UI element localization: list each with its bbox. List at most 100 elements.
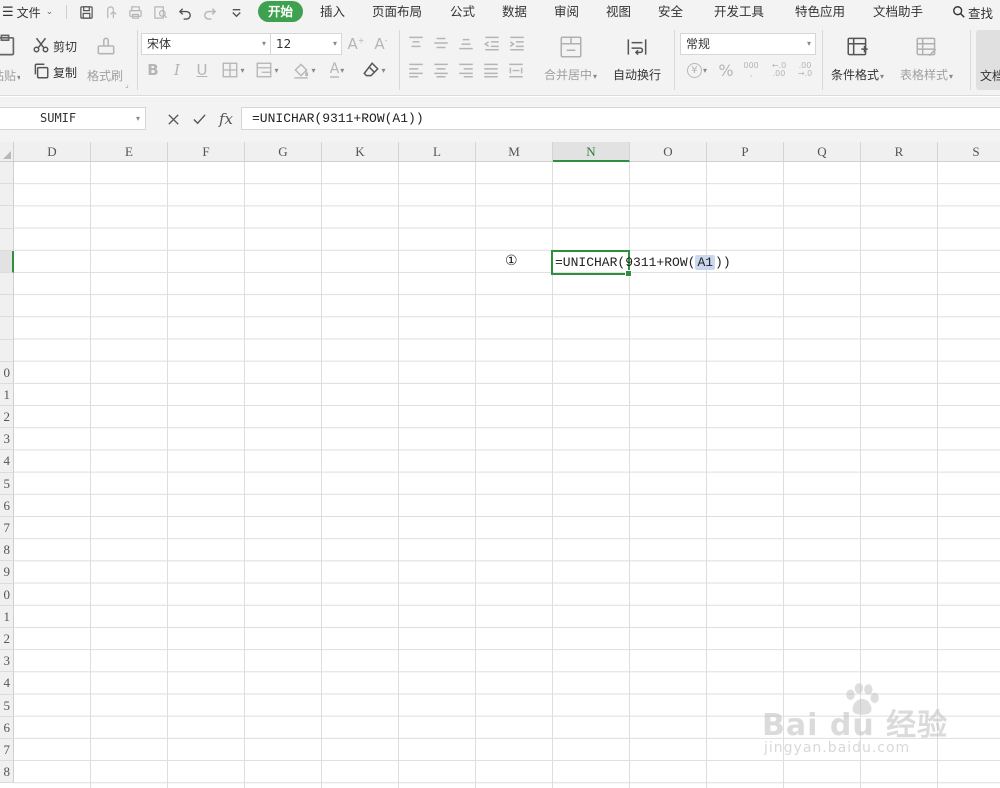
row-header[interactable] (0, 228, 14, 251)
align-center-button[interactable] (431, 61, 451, 79)
row-header[interactable] (0, 339, 14, 362)
cell-editor[interactable]: =UNICHAR(9311+ROW(A1)) (555, 253, 731, 273)
tab-developer[interactable]: 开发工具 (714, 0, 764, 24)
column-header-d[interactable]: D (14, 142, 91, 162)
copy-button[interactable]: 复制 (53, 64, 77, 81)
row-header[interactable]: 8 (0, 539, 14, 562)
row-header[interactable]: 3 (0, 428, 14, 451)
tab-review[interactable]: 审阅 (554, 0, 579, 24)
save-button[interactable] (76, 2, 96, 22)
row-header[interactable]: 5 (0, 694, 14, 717)
clear-format-button[interactable]: ▾ (359, 61, 389, 79)
row-header[interactable] (0, 184, 14, 207)
increase-font-button[interactable]: A+ (346, 35, 366, 53)
tab-doc-assistant[interactable]: 文档助手 (873, 0, 923, 24)
insert-function-button[interactable]: fx (214, 108, 238, 130)
font-name-select[interactable]: 宋体 ▾ (141, 33, 271, 55)
conditional-format-button[interactable]: 条件格式▾ (831, 34, 884, 83)
align-left-button[interactable] (406, 61, 426, 79)
column-header-q[interactable]: Q (784, 142, 861, 162)
row-header[interactable]: 6 (0, 716, 14, 739)
clipboard-dialog-launcher[interactable]: ⌟ (125, 80, 129, 89)
row-header[interactable] (0, 272, 14, 296)
cut-button[interactable]: 剪切 (53, 38, 77, 55)
tab-formulas[interactable]: 公式 (450, 0, 475, 24)
justify-button[interactable] (481, 61, 501, 79)
file-menu[interactable]: ☰ 文件 ⌄ (2, 2, 53, 22)
font-color-button[interactable]: A ▾ (323, 61, 351, 79)
row-header[interactable]: 8 (0, 761, 14, 784)
bold-button[interactable]: B (144, 61, 162, 79)
underline-button[interactable]: U (193, 61, 211, 79)
increase-indent-button[interactable] (507, 35, 527, 51)
table-style-button[interactable]: 表格样式▾ (900, 34, 953, 83)
align-top-button[interactable] (406, 35, 426, 51)
output-pdf-button[interactable] (101, 2, 121, 22)
row-header[interactable]: 3 (0, 650, 14, 673)
tab-special-apps[interactable]: 特色应用 (795, 0, 845, 24)
row-header[interactable]: 4 (0, 450, 14, 473)
column-header-f[interactable]: F (168, 142, 245, 162)
tab-security[interactable]: 安全 (658, 0, 683, 24)
distributed-align-button[interactable] (506, 61, 526, 79)
align-middle-button[interactable] (431, 35, 451, 51)
row-header[interactable] (0, 295, 14, 318)
decrease-decimal-button[interactable]: .00 →.0 (794, 61, 816, 79)
column-header-n[interactable]: N (553, 142, 630, 162)
align-bottom-button[interactable] (456, 35, 476, 51)
fill-color-button[interactable]: ▾ (288, 61, 320, 79)
row-header[interactable]: 6 (0, 494, 14, 517)
tab-page-layout[interactable]: 页面布局 (372, 0, 422, 24)
tab-data[interactable]: 数据 (502, 0, 527, 24)
row-header-selected[interactable] (0, 250, 14, 273)
cut-button-icon[interactable] (32, 36, 50, 54)
copy-button-icon[interactable] (32, 62, 50, 80)
decrease-indent-button[interactable] (482, 35, 502, 51)
increase-decimal-button[interactable]: ←.0.00 (768, 61, 790, 79)
currency-format-button[interactable]: ¥ ▾ (682, 61, 712, 79)
row-header[interactable]: 5 (0, 472, 14, 495)
redo-button[interactable] (199, 2, 219, 22)
thousands-separator-button[interactable]: 000 ‚ (740, 61, 762, 79)
font-size-select[interactable]: 12 ▾ (270, 33, 342, 55)
row-header[interactable] (0, 162, 14, 185)
cell-m5[interactable]: ① (505, 253, 518, 270)
italic-button[interactable]: I (168, 61, 186, 79)
row-header[interactable]: 9 (0, 561, 14, 584)
decrease-font-button[interactable]: A- (371, 35, 391, 53)
column-header-r[interactable]: R (861, 142, 938, 162)
column-header-g[interactable]: G (245, 142, 322, 162)
row-header[interactable]: 1 (0, 605, 14, 628)
row-header[interactable]: 0 (0, 583, 14, 606)
row-header[interactable] (0, 206, 14, 229)
percent-format-button[interactable]: % (716, 61, 736, 80)
row-header[interactable]: 7 (0, 738, 14, 762)
align-right-button[interactable] (456, 61, 476, 79)
print-preview-button[interactable] (150, 2, 170, 22)
print-button[interactable] (125, 2, 145, 22)
column-header-s[interactable]: S (938, 142, 1000, 162)
row-header[interactable] (0, 317, 14, 340)
column-header-e[interactable]: E (91, 142, 168, 162)
format-painter-button[interactable] (94, 34, 118, 58)
formula-input[interactable]: =UNICHAR(9311+ROW(A1)) (241, 107, 1000, 130)
wrap-text-button[interactable]: 自动换行 (613, 34, 661, 83)
customize-toolbar-button[interactable] (226, 2, 246, 22)
merge-center-button[interactable]: 合并居中▾ (544, 34, 597, 83)
name-box[interactable]: SUMIF ▾ (0, 107, 146, 130)
confirm-entry-button[interactable] (189, 108, 209, 130)
row-header[interactable]: 2 (0, 627, 14, 651)
cancel-entry-button[interactable] (163, 108, 183, 130)
column-header-p[interactable]: P (707, 142, 784, 162)
row-header[interactable]: 2 (0, 406, 14, 429)
column-header-l[interactable]: L (399, 142, 476, 162)
tab-view[interactable]: 视图 (606, 0, 631, 24)
row-header[interactable]: 0 (0, 361, 14, 384)
row-header[interactable]: 1 (0, 383, 14, 407)
select-all-corner[interactable] (0, 142, 14, 162)
row-header[interactable]: 4 (0, 672, 14, 695)
row-header[interactable]: 7 (0, 517, 14, 540)
tab-insert[interactable]: 插入 (320, 0, 345, 24)
column-header-m[interactable]: M (476, 142, 553, 162)
borders-button[interactable]: ▾ (219, 61, 247, 79)
